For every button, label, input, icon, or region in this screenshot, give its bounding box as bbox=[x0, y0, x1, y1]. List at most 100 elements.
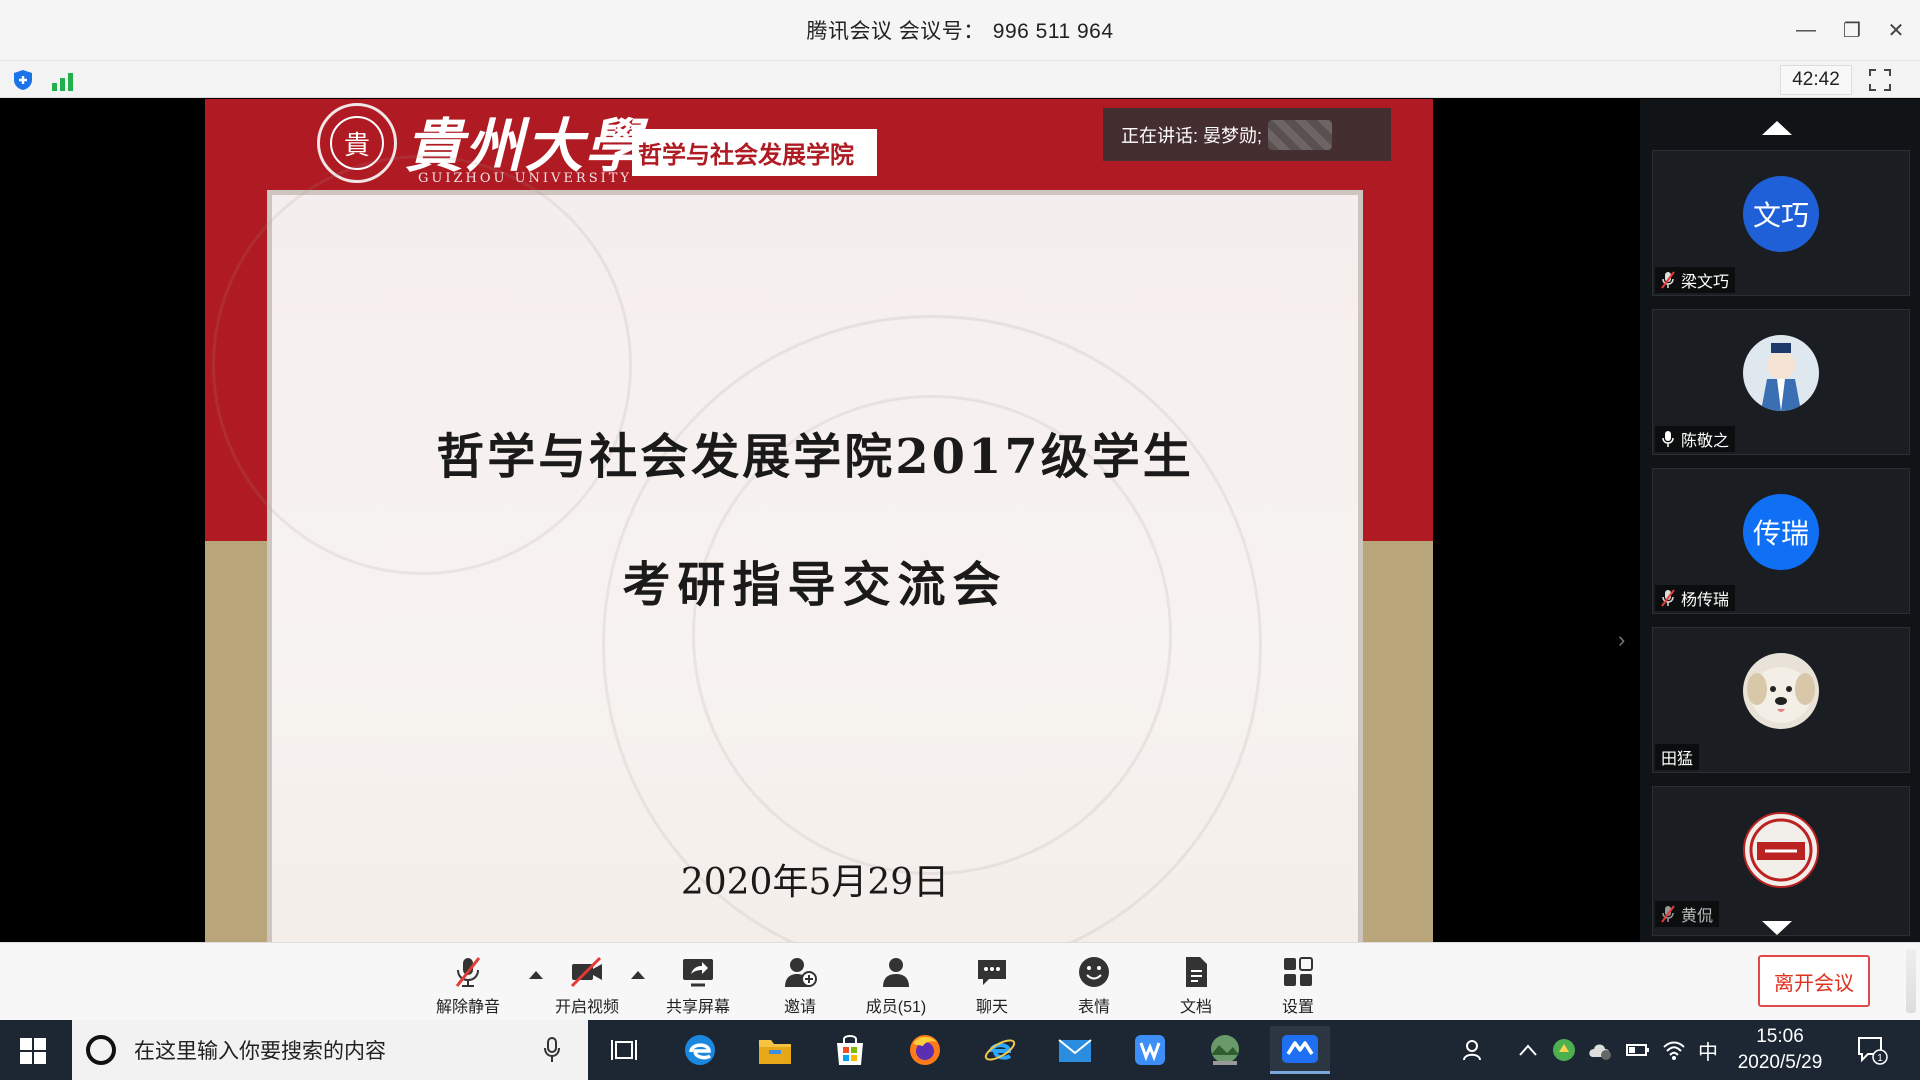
muted-mic-icon bbox=[1661, 589, 1675, 607]
task-view-icon[interactable] bbox=[594, 1026, 654, 1074]
share-screen-label: 共享屏幕 bbox=[665, 999, 730, 1016]
participant-nametag: 杨传瑞 bbox=[1655, 585, 1736, 611]
participant-tile[interactable]: 黄侃 bbox=[1652, 786, 1910, 936]
signal-strength-icon[interactable] bbox=[52, 69, 76, 91]
members-label: 成员(51) bbox=[865, 999, 927, 1016]
slide-title-line1: 哲学与社会发展学院2017级学生 bbox=[436, 429, 1194, 485]
speaking-indicator: 正在讲话: 晏梦勋; bbox=[1103, 108, 1391, 161]
restore-button[interactable]: ❐ bbox=[1830, 0, 1874, 60]
tray-app-icon[interactable] bbox=[1552, 1036, 1576, 1064]
invite-button[interactable]: 邀请 bbox=[755, 955, 845, 1019]
settings-label: 设置 bbox=[1281, 999, 1314, 1016]
shared-screen-area: 貴 貴州大學 GUIZHOU UNIVERSITY 哲学与社会发展学院 正在讲话… bbox=[0, 99, 1640, 942]
avatar bbox=[1743, 335, 1819, 411]
leave-meeting-button[interactable]: 离开会议 bbox=[1758, 955, 1870, 1007]
muted-mic-icon bbox=[455, 957, 481, 987]
start-video-button[interactable]: 开启视频 bbox=[542, 955, 632, 1019]
scroll-up-icon[interactable] bbox=[1762, 121, 1792, 135]
cloud-sync-icon[interactable] bbox=[1586, 1036, 1614, 1064]
reactions-label: 表情 bbox=[1077, 999, 1110, 1016]
unmute-button[interactable]: 解除静音 bbox=[423, 955, 513, 1019]
shield-icon[interactable] bbox=[12, 69, 34, 91]
internet-explorer-icon[interactable] bbox=[970, 1026, 1030, 1074]
cortana-icon bbox=[86, 1035, 116, 1065]
participant-nametag: 陈敬之 bbox=[1655, 426, 1736, 452]
invite-label: 邀请 bbox=[783, 999, 816, 1016]
participant-tile[interactable]: 陈敬之 bbox=[1652, 309, 1910, 455]
show-hidden-icons-chevron[interactable] bbox=[1518, 1036, 1538, 1064]
chat-label: 聊天 bbox=[975, 999, 1008, 1016]
settings-button[interactable]: 设置 bbox=[1253, 955, 1343, 1019]
taskbar-clock[interactable]: 15:06 2020/5/29 bbox=[1730, 1024, 1830, 1076]
microphone-icon[interactable] bbox=[542, 1036, 562, 1064]
chat-icon bbox=[978, 960, 1006, 985]
avatar-image bbox=[1749, 818, 1813, 882]
slide-title-line2: 考研指导交流会 bbox=[622, 557, 1008, 613]
share-screen-button[interactable]: 共享屏幕 bbox=[653, 955, 743, 1019]
emoji-icon bbox=[1079, 957, 1109, 987]
tencent-meeting-icon[interactable] bbox=[1270, 1026, 1330, 1074]
participant-name: 梁文巧 bbox=[1681, 274, 1730, 291]
battery-icon[interactable] bbox=[1626, 1036, 1650, 1064]
chevron-right-icon[interactable]: › bbox=[1618, 627, 1632, 652]
photos-app-icon[interactable] bbox=[1195, 1026, 1255, 1074]
store-icon[interactable] bbox=[820, 1026, 880, 1074]
fullscreen-icon[interactable] bbox=[1868, 68, 1892, 92]
participant-tile[interactable]: 田猛 bbox=[1652, 627, 1910, 773]
video-off-icon bbox=[570, 956, 602, 988]
meeting-toolbar: 解除静音 开启视频 共享屏幕 邀请 成员(51) 聊天 表情 文档 设置 离开会… bbox=[0, 942, 1920, 1020]
share-screen-icon bbox=[683, 959, 713, 987]
mail-icon[interactable] bbox=[1045, 1026, 1105, 1074]
participant-tile[interactable]: 文巧 梁文巧 bbox=[1652, 150, 1910, 296]
audio-options-caret[interactable] bbox=[529, 971, 543, 979]
participant-nametag: 梁文巧 bbox=[1655, 267, 1736, 293]
notification-center-icon[interactable]: 1 bbox=[1856, 1036, 1888, 1065]
participant-nametag: 田猛 bbox=[1655, 744, 1700, 770]
avatar-image bbox=[1747, 667, 1815, 723]
docs-button[interactable]: 文档 bbox=[1151, 955, 1241, 1019]
speaking-label: 正在讲话: 晏梦勋; bbox=[1121, 125, 1263, 146]
reactions-button[interactable]: 表情 bbox=[1049, 955, 1139, 1019]
wps-icon[interactable] bbox=[1120, 1026, 1180, 1074]
redacted-name bbox=[1268, 119, 1333, 150]
meeting-timer: 42:42 bbox=[1780, 65, 1852, 95]
firefox-icon[interactable] bbox=[895, 1026, 955, 1074]
close-button[interactable]: ✕ bbox=[1874, 0, 1918, 60]
windows-start-icon[interactable] bbox=[18, 1036, 48, 1066]
windows-taskbar: 在这里输入你要搜索的内容 中 15:06 2020/5/29 1 bbox=[0, 1020, 1920, 1080]
start-video-label: 开启视频 bbox=[554, 999, 619, 1016]
people-icon[interactable] bbox=[1462, 1036, 1486, 1064]
wifi-icon[interactable] bbox=[1662, 1036, 1686, 1064]
presentation-slide: 貴 貴州大學 GUIZHOU UNIVERSITY 哲学与社会发展学院 正在讲话… bbox=[205, 99, 1433, 942]
meeting-number: 996 511 964 bbox=[992, 20, 1114, 43]
grid-settings-icon bbox=[1284, 957, 1313, 986]
document-icon bbox=[1186, 957, 1207, 987]
avatar bbox=[1743, 812, 1819, 888]
clock-date: 2020/5/29 bbox=[1737, 1052, 1823, 1073]
ime-indicator[interactable]: 中 bbox=[1698, 1036, 1718, 1064]
members-icon bbox=[883, 958, 909, 987]
volume-level-indicator bbox=[1906, 949, 1916, 1013]
edge-browser-icon[interactable] bbox=[670, 1026, 730, 1074]
slide-date: 2020年5月29日 bbox=[680, 862, 950, 903]
video-options-caret[interactable] bbox=[631, 971, 645, 979]
muted-mic-icon bbox=[1661, 271, 1675, 289]
meeting-info-bar: 42:42 bbox=[0, 60, 1920, 98]
watermark-seal bbox=[212, 155, 632, 575]
file-explorer-icon[interactable] bbox=[745, 1026, 805, 1074]
participant-name: 黄侃 bbox=[1681, 908, 1714, 925]
chat-button[interactable]: 聊天 bbox=[947, 955, 1037, 1019]
slide-content-board: 哲学与社会发展学院2017级学生 考研指导交流会 2020年5月29日 bbox=[212, 155, 1363, 942]
minimize-button[interactable]: — bbox=[1784, 0, 1828, 60]
taskbar-search-box[interactable]: 在这里输入你要搜索的内容 bbox=[72, 1020, 588, 1080]
participant-tile[interactable]: 传瑞 杨传瑞 bbox=[1652, 468, 1910, 614]
participant-name: 陈敬之 bbox=[1681, 433, 1730, 450]
screen: 腾讯会议 会议号： 996 511 964 — ❐ ✕ 42:42 貴 貴州大學 … bbox=[0, 0, 1920, 1080]
scroll-down-icon[interactable] bbox=[1762, 921, 1792, 935]
search-placeholder: 在这里输入你要搜索的内容 bbox=[134, 1040, 386, 1063]
add-user-icon bbox=[785, 958, 817, 987]
participant-nametag: 黄侃 bbox=[1655, 901, 1720, 927]
members-button[interactable]: 成员(51) bbox=[851, 955, 941, 1019]
window-title: 腾讯会议 会议号： 996 511 964 bbox=[806, 15, 1113, 45]
notification-count: 1 bbox=[1877, 1053, 1883, 1064]
